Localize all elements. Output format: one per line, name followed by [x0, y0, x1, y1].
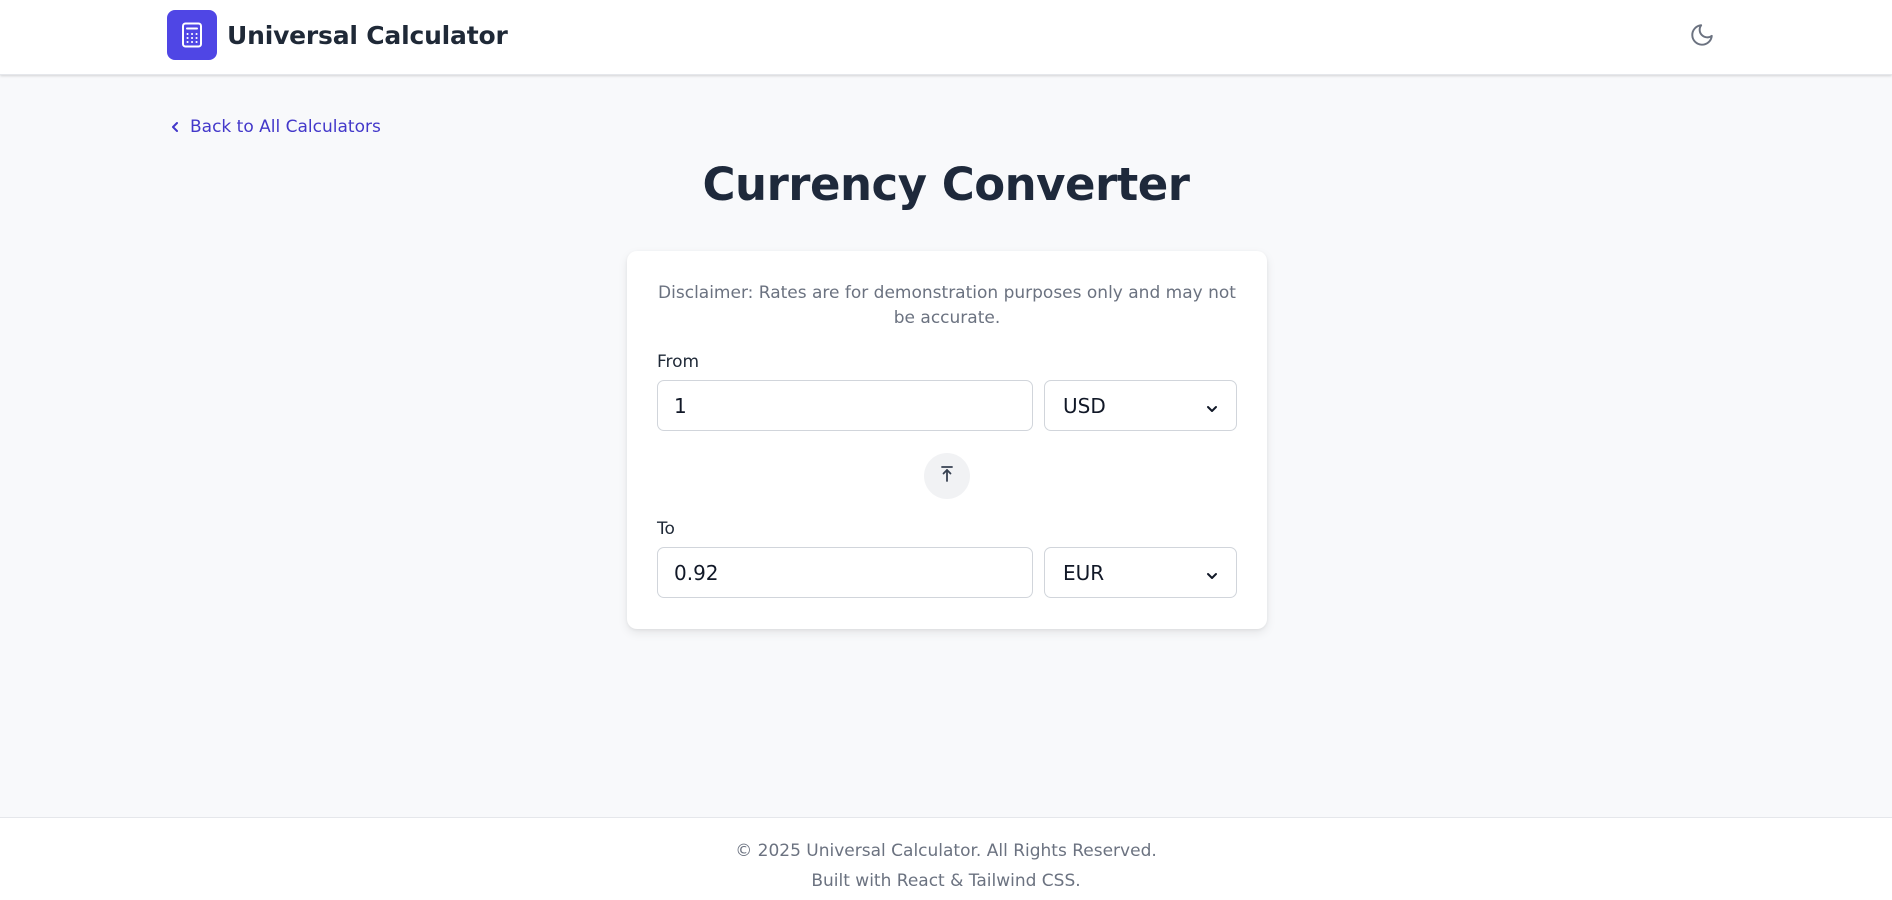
- calculator-icon: [167, 10, 217, 60]
- top-header: Universal Calculator: [0, 0, 1892, 75]
- app-title: Universal Calculator: [227, 20, 508, 50]
- from-amount-input[interactable]: [657, 380, 1033, 431]
- page-footer: © 2025 Universal Calculator. All Rights …: [0, 817, 1892, 900]
- from-currency-value: USD: [1063, 393, 1106, 418]
- theme-toggle-button[interactable]: [1685, 20, 1719, 54]
- back-to-all-calculators-link[interactable]: Back to All Calculators: [170, 117, 381, 137]
- back-link-label: Back to All Calculators: [190, 117, 381, 137]
- to-label: To: [657, 519, 675, 539]
- footer-built-with: Built with React & Tailwind CSS.: [811, 871, 1081, 891]
- chevron-down-icon: [1206, 394, 1218, 418]
- chevron-left-icon: [170, 121, 180, 133]
- swap-currencies-button[interactable]: [924, 453, 970, 499]
- swap-arrow-icon: [939, 465, 955, 487]
- from-label: From: [657, 352, 700, 372]
- from-currency-select[interactable]: USD: [1044, 380, 1237, 431]
- moon-icon: [1689, 22, 1715, 52]
- chevron-down-icon: [1206, 561, 1218, 585]
- brand[interactable]: Universal Calculator: [167, 10, 508, 60]
- page-title: Currency Converter: [702, 158, 1190, 211]
- disclaimer-text: Disclaimer: Rates are for demonstration …: [658, 283, 1236, 328]
- to-amount-input[interactable]: [657, 547, 1033, 598]
- converter-card: Disclaimer: Rates are for demonstration …: [627, 251, 1267, 629]
- to-currency-select[interactable]: EUR: [1044, 547, 1237, 598]
- to-currency-value: EUR: [1063, 560, 1105, 585]
- footer-copyright: © 2025 Universal Calculator. All Rights …: [735, 841, 1157, 861]
